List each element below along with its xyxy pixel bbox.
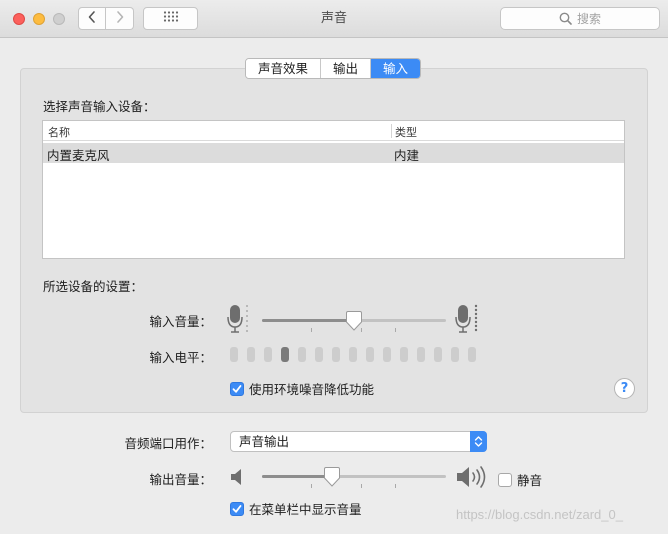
- level-segment: [230, 347, 238, 362]
- level-segment: [349, 347, 357, 362]
- zoom-window-button[interactable]: [53, 13, 65, 25]
- column-header-type[interactable]: 类型: [395, 124, 417, 140]
- input-volume-thumb[interactable]: [345, 311, 363, 331]
- slider-tick: [395, 484, 396, 488]
- column-divider: [391, 124, 392, 138]
- close-window-button[interactable]: [13, 13, 25, 25]
- search-icon: [559, 12, 572, 25]
- device-name-cell: 内置麦克风: [47, 148, 110, 163]
- input-volume-label: 输入音量：: [149, 314, 212, 329]
- noise-reduction-label: 使用环境噪音降低功能: [249, 382, 375, 397]
- microphone-high-icon: [455, 303, 481, 335]
- watermark: https://blog.csdn.net/zard_0_: [456, 507, 623, 522]
- microphone-low-icon: [226, 303, 250, 335]
- input-volume-fill: [262, 319, 354, 322]
- level-segment: [383, 347, 391, 362]
- noise-reduction-checkbox[interactable]: [230, 381, 244, 396]
- chevron-left-icon: [87, 10, 97, 28]
- mute-checkbox[interactable]: [498, 472, 512, 487]
- device-section-title: 选择声音输入设备：: [43, 99, 156, 114]
- show-all-button[interactable]: [143, 7, 198, 30]
- level-segment: [298, 347, 306, 362]
- level-segment: [451, 347, 459, 362]
- level-segment: [315, 347, 323, 362]
- level-segment: [400, 347, 408, 362]
- show-volume-in-menubar-label: 在菜单栏中显示音量: [249, 502, 362, 517]
- mute-label: 静音: [517, 473, 543, 488]
- level-segment: [247, 347, 255, 362]
- tab-bar: 声音效果 输出 输入: [245, 58, 422, 79]
- column-header-name[interactable]: 名称: [48, 124, 70, 140]
- chevron-right-icon: [115, 10, 125, 28]
- output-volume-fill: [262, 475, 332, 478]
- input-device-table[interactable]: 名称 类型 内置麦克风 内建: [42, 120, 625, 259]
- slider-tick: [311, 328, 312, 332]
- level-segment: [468, 347, 476, 362]
- slider-tick: [361, 484, 362, 488]
- level-segment: [264, 347, 272, 362]
- help-button[interactable]: ?: [614, 378, 635, 399]
- search-field[interactable]: 搜索: [500, 7, 660, 30]
- audio-port-label: 音频端口用作：: [124, 436, 212, 451]
- level-segment: [281, 347, 289, 362]
- tab-sound-effects[interactable]: 声音效果: [246, 59, 322, 78]
- search-placeholder: 搜索: [576, 12, 601, 26]
- output-volume-slider[interactable]: [262, 475, 446, 478]
- input-level-label: 输入电平：: [149, 350, 212, 365]
- forward-button[interactable]: [106, 7, 134, 30]
- slider-tick: [395, 328, 396, 332]
- input-level-meter: [230, 347, 476, 362]
- level-segment: [417, 347, 425, 362]
- question-mark-icon: ?: [620, 381, 629, 396]
- level-segment: [332, 347, 340, 362]
- grid-icon: [163, 11, 179, 26]
- tab-input[interactable]: 输入: [371, 59, 421, 78]
- tab-output[interactable]: 输出: [321, 59, 372, 78]
- minimize-window-button[interactable]: [33, 13, 45, 25]
- table-header: 名称 类型: [43, 121, 624, 141]
- table-row[interactable]: 内置麦克风 内建: [43, 143, 624, 163]
- speaker-high-icon: [455, 464, 489, 490]
- audio-port-value: 声音输出: [239, 434, 290, 449]
- show-volume-in-menubar-checkbox[interactable]: [230, 501, 244, 516]
- output-volume-thumb[interactable]: [323, 467, 341, 487]
- level-segment: [434, 347, 442, 362]
- device-type-cell: 内建: [394, 148, 420, 163]
- title-bar: 声音 搜索: [0, 0, 668, 38]
- updown-chevron-icon: [470, 431, 487, 452]
- mute-checkbox-row[interactable]: 静音: [498, 470, 542, 489]
- output-volume-label: 输出音量：: [149, 472, 212, 487]
- show-volume-in-menubar-row[interactable]: 在菜单栏中显示音量: [230, 499, 362, 518]
- audio-port-popup[interactable]: 声音输出: [230, 431, 487, 452]
- speaker-low-icon: [229, 467, 245, 487]
- back-button[interactable]: [78, 7, 106, 30]
- slider-tick: [311, 484, 312, 488]
- level-segment: [366, 347, 374, 362]
- settings-section-title: 所选设备的设置：: [43, 279, 144, 294]
- noise-reduction-checkbox-row[interactable]: 使用环境噪音降低功能: [230, 379, 374, 398]
